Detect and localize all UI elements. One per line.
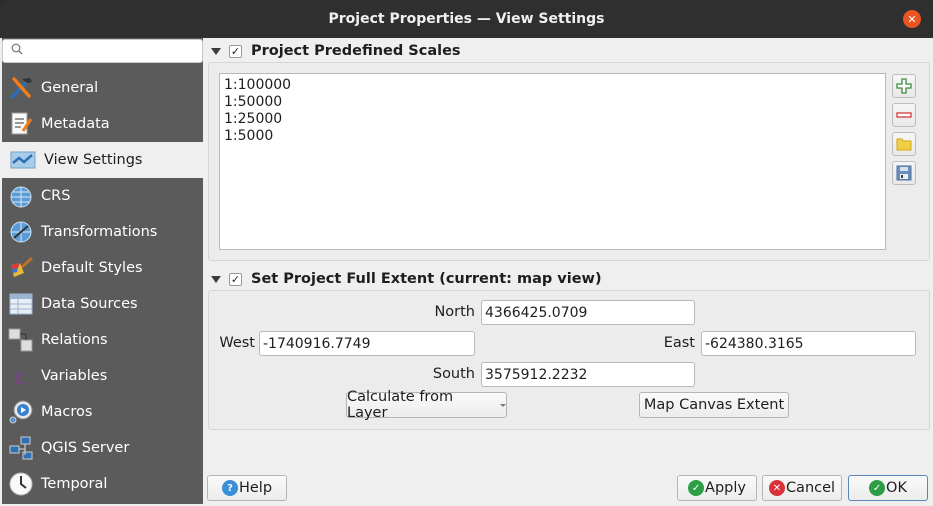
apply-button[interactable]: ✓ Apply (677, 475, 757, 501)
sidebar-item-qgis-server[interactable]: QGIS Server (2, 430, 203, 466)
epsilon-icon: ε (8, 363, 34, 389)
sidebar-item-label: Data Sources (41, 296, 138, 312)
sidebar-item-default-styles[interactable]: Default Styles (2, 250, 203, 286)
cancel-label: Cancel (785, 480, 836, 496)
table-icon (8, 291, 34, 317)
sidebar-item-label: Metadata (41, 116, 110, 132)
sidebar-item-data-sources[interactable]: Data Sources (2, 286, 203, 322)
chevron-down-icon (500, 403, 506, 407)
map-canvas-extent-button[interactable]: Map Canvas Extent (639, 392, 789, 418)
sidebar-item-transformations[interactable]: Transformations (2, 214, 203, 250)
minus-icon (896, 112, 912, 118)
scales-group-header: ✓ Project Predefined Scales (211, 43, 461, 59)
clock-icon (8, 471, 34, 497)
network-server-icon (8, 435, 34, 461)
sidebar-item-label: Temporal (41, 476, 108, 492)
close-button[interactable]: ✕ (903, 10, 921, 28)
map-canvas-extent-label: Map Canvas Extent (643, 397, 785, 413)
gear-play-icon (8, 399, 34, 425)
dialog-body: General Metadata View Settings CRS Trans… (0, 38, 933, 506)
title-bar: Project Properties — View Settings ✕ (0, 0, 933, 38)
help-button[interactable]: ? Help (207, 475, 287, 501)
paintbrush-icon (8, 255, 34, 281)
check-icon: ✓ (869, 480, 886, 496)
west-label: West (219, 335, 255, 351)
sidebar-item-temporal[interactable]: Temporal (2, 466, 203, 502)
sidebar-item-crs[interactable]: CRS (2, 178, 203, 214)
calculate-from-layer-label: Calculate from Layer (347, 389, 454, 421)
add-scale-button[interactable] (892, 74, 916, 98)
sidebar-item-label: General (41, 80, 99, 96)
hammer-screwdriver-icon (8, 75, 34, 101)
sidebar-item-label: Default Styles (41, 260, 143, 276)
north-field[interactable] (481, 300, 695, 325)
scale-item[interactable]: 1:25000 (224, 111, 881, 128)
extent-group-header: ✓ Set Project Full Extent (current: map … (211, 271, 602, 287)
sidebar-item-label: View Settings (44, 152, 143, 168)
document-edit-icon (8, 111, 34, 137)
save-scales-button[interactable] (892, 161, 916, 185)
svg-text:ε: ε (14, 365, 25, 389)
scales-list[interactable]: 1:100000 1:50000 1:25000 1:5000 (219, 73, 886, 250)
sidebar-nav: General Metadata View Settings CRS Trans… (2, 70, 203, 502)
sidebar-item-relations[interactable]: Relations (2, 322, 203, 358)
search-icon (11, 43, 23, 55)
folder-icon (896, 138, 912, 151)
globe-transform-icon (8, 219, 34, 245)
scale-item[interactable]: 1:50000 (224, 94, 881, 111)
extent-checkbox[interactable]: ✓ (229, 272, 242, 286)
calculate-from-layer-dropdown[interactable]: Calculate from Layer (346, 389, 507, 421)
north-label: North (434, 304, 475, 320)
sidebar-item-variables[interactable]: ε Variables (2, 358, 203, 394)
sidebar-item-label: QGIS Server (41, 440, 130, 456)
import-scales-button[interactable] (892, 132, 916, 156)
sidebar-item-label: CRS (41, 188, 71, 204)
window-title: Project Properties — View Settings (328, 11, 605, 27)
remove-scale-button[interactable] (892, 103, 916, 127)
splitter-handle[interactable] (203, 38, 207, 504)
scale-item[interactable]: 1:100000 (224, 77, 881, 94)
apply-label: Apply (705, 480, 746, 496)
help-icon: ? (221, 480, 238, 496)
sidebar-item-label: Transformations (41, 224, 158, 240)
check-icon: ✓ (688, 480, 705, 496)
east-label: East (663, 335, 695, 351)
sidebar-item-view-settings[interactable]: View Settings (2, 142, 203, 178)
plus-icon (896, 78, 912, 94)
sidebar-item-metadata[interactable]: Metadata (2, 106, 203, 142)
east-field[interactable] (701, 331, 916, 356)
floppy-disk-icon (896, 165, 912, 181)
sidebar-item-label: Macros (41, 404, 93, 420)
search-input[interactable] (2, 39, 203, 63)
south-field[interactable] (481, 362, 695, 387)
scales-checkbox[interactable]: ✓ (229, 44, 242, 58)
sidebar-item-macros[interactable]: Macros (2, 394, 203, 430)
south-label: South (432, 366, 475, 382)
cancel-button[interactable]: ✕ Cancel (762, 475, 842, 501)
cancel-icon: ✕ (768, 480, 785, 496)
collapse-toggle[interactable] (211, 275, 221, 283)
west-field[interactable] (259, 331, 475, 356)
collapse-toggle[interactable] (211, 47, 221, 55)
globe-grid-icon (8, 183, 34, 209)
sidebar-item-label: Variables (41, 368, 108, 384)
sidebar: General Metadata View Settings CRS Trans… (2, 38, 203, 504)
scales-group-title: Project Predefined Scales (251, 43, 461, 59)
ok-button[interactable]: ✓ OK (848, 475, 928, 501)
help-label: Help (238, 480, 273, 496)
sidebar-item-general[interactable]: General (2, 70, 203, 106)
scale-item[interactable]: 1:5000 (224, 128, 881, 145)
extent-group-title: Set Project Full Extent (current: map vi… (251, 271, 602, 287)
close-icon: ✕ (907, 12, 917, 26)
sidebar-item-label: Relations (41, 332, 108, 348)
ok-label: OK (886, 480, 907, 496)
map-view-icon (10, 147, 36, 173)
related-tables-icon (8, 327, 34, 353)
